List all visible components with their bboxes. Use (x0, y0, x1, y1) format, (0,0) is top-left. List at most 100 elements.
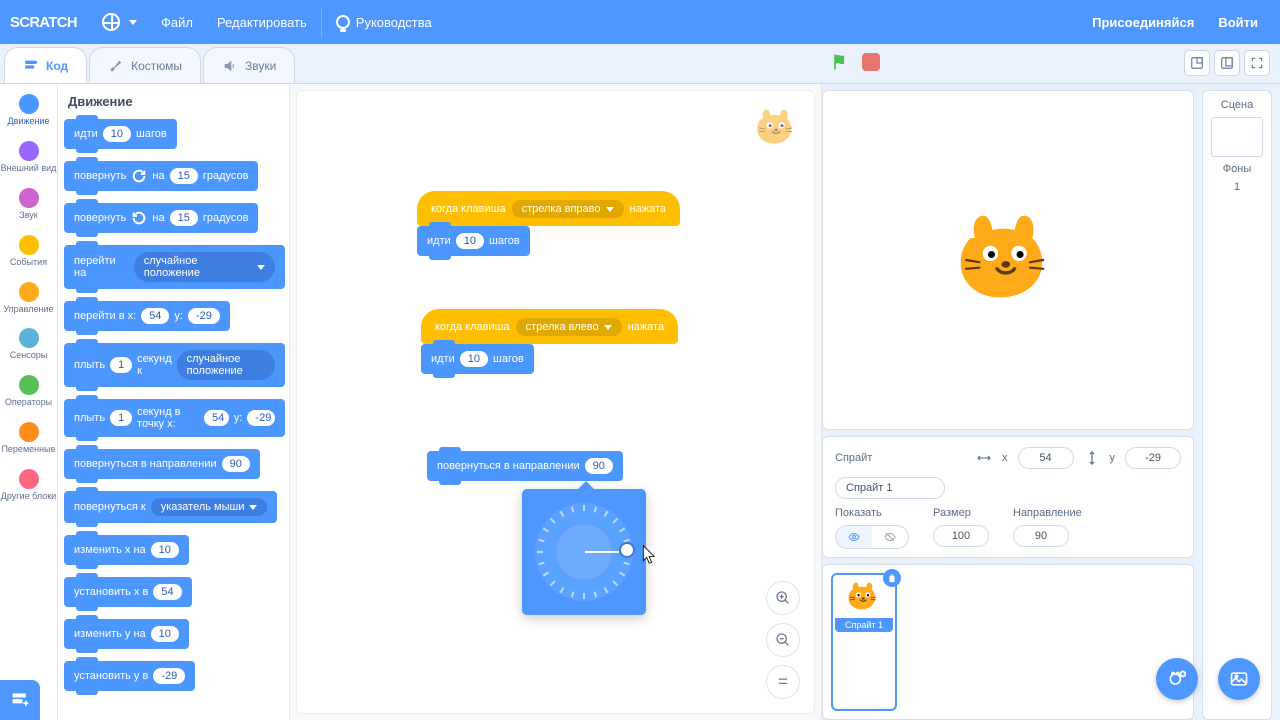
rotate-ccw-icon (131, 210, 147, 226)
category-dot-icon (19, 94, 39, 114)
right-panel: Спрайт x y Показать (822, 84, 1280, 720)
block-turn-ccw[interactable]: повернутьна15градусов (64, 203, 258, 233)
category-label: Другие блоки (1, 492, 56, 502)
x-label: x (1002, 452, 1008, 464)
block-change-y[interactable]: изменить y на10 (64, 619, 189, 649)
edit-menu[interactable]: Редактировать (205, 0, 319, 44)
block-change-x[interactable]: изменить x на10 (64, 535, 189, 565)
block-set-y[interactable]: установить y в-29 (64, 661, 195, 691)
direction-dial[interactable] (535, 503, 633, 601)
svg-text:SCRATCH: SCRATCH (10, 15, 77, 31)
view-small-stage[interactable] (1184, 50, 1210, 76)
block-set-x[interactable]: установить x в54 (64, 577, 192, 607)
scratch-logo[interactable]: SCRATCH (10, 8, 84, 36)
block-point-towards[interactable]: повернуться куказатель мыши (64, 491, 277, 523)
category-Операторы[interactable]: Операторы (0, 369, 57, 416)
sprite-on-stage[interactable] (953, 205, 1063, 315)
add-sprite-button[interactable] (1156, 658, 1198, 700)
sprite-watermark-icon (754, 105, 800, 151)
scene-panel: Сцена Фоны 1 (1202, 90, 1272, 720)
join-link[interactable]: Присоединяйся (1080, 0, 1206, 44)
block-point-direction[interactable]: повернуться в направлении90 (427, 451, 623, 481)
show-label: Показать (835, 507, 909, 519)
block-move-steps[interactable]: идти10шагов (417, 226, 530, 256)
category-dot-icon (19, 282, 39, 302)
category-dot-icon (19, 141, 39, 161)
zoom-in-button[interactable] (766, 581, 800, 615)
block-when-key-pressed[interactable]: когда клавишастрелка влевонажата (421, 309, 678, 344)
block-goto[interactable]: перейти наслучайное положение (64, 245, 285, 289)
tab-sounds[interactable]: Звуки (203, 47, 295, 83)
category-dot-icon (19, 422, 39, 442)
block-glide-xy[interactable]: плыть1секунд в точку x:54y:-29 (64, 399, 285, 437)
category-Управление[interactable]: Управление (0, 276, 57, 323)
category-column: Движение Внешний вид Звук СобытияУправление… (0, 84, 58, 720)
zoom-out-button[interactable] (766, 623, 800, 657)
sprite-size-input[interactable] (933, 525, 989, 547)
hide-button[interactable] (872, 526, 908, 548)
script-workspace[interactable]: когда клавишастрелка вправонажата идти10… (290, 84, 822, 720)
block-glide-to[interactable]: плыть1секунд кслучайное положение (64, 343, 285, 387)
language-menu[interactable] (90, 0, 149, 44)
script-stack[interactable]: когда клавишастрелка вправонажата идти10… (417, 191, 680, 256)
delete-sprite-button[interactable] (883, 569, 901, 587)
add-extension-button[interactable] (0, 680, 40, 720)
dial-knob[interactable] (619, 542, 635, 558)
sprite-direction-input[interactable] (1013, 525, 1069, 547)
sprite-x-input[interactable] (1018, 447, 1074, 469)
size-label: Размер (933, 507, 989, 519)
direction-picker-popup[interactable] (522, 489, 646, 615)
category-Переменные[interactable]: Переменные (0, 416, 57, 463)
category-dot-icon (19, 328, 39, 348)
category-dot-icon (19, 375, 39, 395)
block-move-steps[interactable]: идти10шагов (421, 344, 534, 374)
category-Внешний вид[interactable]: Внешний вид (0, 135, 57, 182)
separator (321, 7, 322, 37)
block-move-steps[interactable]: идти10шагов (64, 119, 177, 149)
block-goto-xy[interactable]: перейти в x:54y:-29 (64, 301, 230, 331)
block-turn-cw[interactable]: повернутьна15градусов (64, 161, 258, 191)
sprite-label: Спрайт (835, 452, 885, 464)
tab-costumes[interactable]: Костюмы (89, 47, 201, 83)
tabs-row: Код Костюмы Звуки (0, 44, 1280, 84)
view-fullscreen[interactable] (1244, 50, 1270, 76)
category-dot-icon (19, 469, 39, 489)
backdrops-label: Фоны (1223, 163, 1251, 175)
arrows-h-icon (976, 450, 992, 466)
tutorials-menu[interactable]: Руководства (324, 0, 444, 44)
signin-link[interactable]: Войти (1206, 0, 1270, 44)
sprite-tile-name: Спрайт 1 (835, 618, 893, 632)
backdrop-thumb[interactable] (1211, 117, 1263, 157)
script-stack[interactable]: повернуться в направлении90 (427, 451, 623, 481)
sprite-y-input[interactable] (1125, 447, 1181, 469)
category-Звук[interactable]: Звук (0, 182, 57, 229)
visibility-toggle[interactable] (835, 525, 909, 549)
category-Движение[interactable]: Движение (0, 88, 57, 135)
category-События[interactable]: События (0, 229, 57, 276)
block-point-direction[interactable]: повернуться в направлении90 (64, 449, 260, 479)
category-label: Движение (8, 117, 50, 127)
menu-bar: SCRATCH Файл Редактировать Руководства П… (0, 0, 1280, 44)
sound-icon (222, 58, 238, 74)
category-label: Операторы (5, 398, 52, 408)
cursor-icon (640, 541, 660, 567)
add-backdrop-button[interactable] (1218, 658, 1260, 700)
file-menu[interactable]: Файл (149, 0, 205, 44)
stop-icon[interactable] (862, 53, 880, 71)
tab-costumes-label: Костюмы (131, 59, 182, 73)
category-label: Звук (19, 211, 37, 221)
stage[interactable] (822, 90, 1194, 430)
show-button[interactable] (836, 526, 872, 548)
category-Сенсоры[interactable]: Сенсоры (0, 322, 57, 369)
block-when-key-pressed[interactable]: когда клавишастрелка вправонажата (417, 191, 680, 226)
script-stack[interactable]: когда клавишастрелка влевонажата идти10ш… (421, 309, 678, 374)
zoom-reset-button[interactable]: = (766, 665, 800, 699)
sprite-name-input[interactable] (835, 477, 945, 499)
sprite-tile[interactable]: Спрайт 1 (831, 573, 897, 711)
view-large-stage[interactable] (1214, 50, 1240, 76)
green-flag-icon[interactable] (830, 52, 850, 72)
globe-icon (102, 13, 120, 31)
category-Другие блоки[interactable]: Другие блоки (0, 463, 57, 510)
tab-code[interactable]: Код (4, 47, 87, 83)
sprite-list: Спрайт 1 (822, 564, 1194, 720)
